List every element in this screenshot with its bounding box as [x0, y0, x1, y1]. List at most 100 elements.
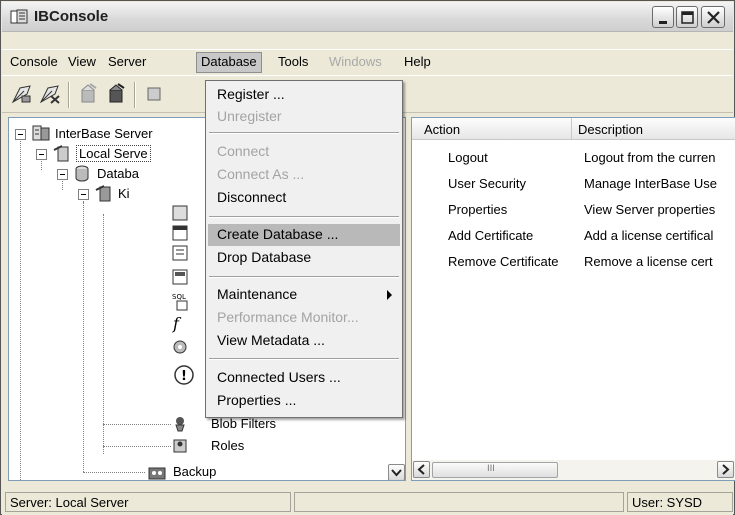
menu-separator: [209, 216, 399, 218]
menu-item-connect[interactable]: Connect: [208, 141, 400, 163]
collapse-icon[interactable]: [78, 189, 89, 200]
tree-node-label: Roles: [211, 438, 245, 453]
menu-windows[interactable]: Windows: [325, 54, 386, 69]
menu-separator: [209, 358, 399, 360]
menu-item-maintenance[interactable]: Maintenance: [208, 284, 400, 306]
scroll-thumb-grip: III: [487, 464, 495, 474]
close-button[interactable]: [701, 6, 725, 28]
action-list[interactable]: Action Description Logout Logout from th…: [411, 117, 735, 481]
server-icon: [32, 125, 50, 141]
unregister-icon[interactable]: [38, 82, 62, 106]
function-icon[interactable]: f: [171, 314, 189, 334]
collapse-icon[interactable]: [36, 149, 47, 160]
menu-item-unregister[interactable]: Unregister: [208, 106, 400, 128]
menu-item-view-metadata[interactable]: View Metadata ...: [208, 330, 400, 352]
generator-icon[interactable]: [171, 338, 189, 358]
tree-guide-line: [83, 472, 145, 473]
menu-server[interactable]: Server: [104, 54, 150, 69]
list-row[interactable]: Remove Certificate Remove a license cert: [412, 252, 735, 272]
svg-text:f: f: [172, 314, 182, 333]
description-cell: Manage InterBase Use: [584, 176, 717, 191]
action-cell: User Security: [448, 176, 527, 191]
tree-guide-line: [83, 202, 84, 472]
tree-guide-line: [103, 446, 171, 447]
tree-node-backup[interactable]: Backup: [147, 462, 347, 480]
status-bar: Server: Local Server User: SYSD: [2, 490, 733, 515]
database-icon: [95, 185, 111, 202]
submenu-arrow-icon: [387, 290, 392, 300]
menu-database[interactable]: Database: [196, 52, 262, 73]
maximize-icon: [681, 11, 694, 24]
minimize-button[interactable]: [652, 6, 674, 28]
app-icon: [10, 9, 28, 24]
backup-icon: [148, 467, 166, 480]
index-icon[interactable]: [171, 244, 189, 262]
tree-node-label: Local Serve: [76, 145, 151, 162]
collapse-icon[interactable]: [57, 169, 68, 180]
view-icon[interactable]: [171, 268, 189, 286]
tree-scroll-down-button[interactable]: [388, 464, 405, 480]
list-row[interactable]: User Security Manage InterBase Use: [412, 174, 735, 194]
database-menu: Register ... Unregister Connect Connect …: [205, 80, 403, 418]
chevron-left-icon: [417, 464, 425, 475]
svg-text:SQL: SQL: [172, 293, 186, 301]
tree-node-roles[interactable]: Roles: [171, 436, 371, 456]
tree-node-label: InterBase Server: [55, 126, 153, 141]
menu-item-properties[interactable]: Properties ...: [208, 390, 400, 412]
toolbar-more-icon[interactable]: [142, 82, 166, 106]
close-icon: [707, 11, 720, 24]
list-horizontal-scrollbar[interactable]: III: [412, 460, 735, 480]
menu-help[interactable]: Help: [400, 54, 435, 69]
menu-view[interactable]: View: [64, 54, 100, 69]
status-empty-panel: [294, 492, 624, 512]
connect-icon[interactable]: [76, 82, 100, 106]
menu-item-create-database[interactable]: Create Database ...: [208, 224, 400, 246]
collapse-icon[interactable]: [15, 129, 26, 140]
list-row[interactable]: Properties View Server properties: [412, 200, 735, 220]
list-row[interactable]: Logout Logout from the curren: [412, 148, 735, 168]
chevron-right-icon: [722, 464, 730, 475]
blob-filter-icon: [175, 417, 185, 432]
scroll-thumb[interactable]: III: [432, 462, 558, 478]
status-server: Server: Local Server: [5, 492, 291, 512]
scroll-left-button[interactable]: [413, 461, 430, 478]
menu-item-connect-as[interactable]: Connect As ...: [208, 164, 400, 186]
tree-guide-line: [103, 424, 171, 425]
database-icon: [75, 165, 89, 182]
menu-bar-divider: [2, 49, 733, 50]
menu-item-drop-database[interactable]: Drop Database: [208, 247, 400, 269]
list-header: Action Description: [412, 118, 735, 140]
tree-node-label: Databa: [97, 166, 139, 181]
ibconsole-window: IBConsole Console View Server Database T…: [0, 0, 735, 515]
menu-item-register[interactable]: Register ...: [208, 84, 400, 106]
procedure-icon[interactable]: SQL: [171, 290, 189, 312]
menu-item-performance-monitor[interactable]: Performance Monitor...: [208, 307, 400, 329]
tree-node-label: Backup: [173, 464, 217, 479]
menu-item-connected-users[interactable]: Connected Users ...: [208, 367, 400, 389]
chevron-down-icon: [391, 469, 402, 477]
action-cell: Remove Certificate: [448, 254, 559, 269]
menu-item-disconnect[interactable]: Disconnect: [208, 187, 400, 209]
column-header-description[interactable]: Description: [572, 118, 735, 140]
maximize-button[interactable]: [676, 6, 698, 28]
menu-tools[interactable]: Tools: [274, 54, 312, 69]
column-header-action[interactable]: Action: [412, 118, 572, 140]
register-icon[interactable]: [10, 82, 34, 106]
menu-console[interactable]: Console: [6, 54, 62, 69]
tree-node-label: Ki: [118, 186, 130, 201]
exception-icon[interactable]: !: [173, 364, 195, 386]
table-icon[interactable]: [171, 224, 189, 242]
list-row[interactable]: Add Certificate Add a license certifical: [412, 226, 735, 246]
disconnect-icon[interactable]: [104, 82, 128, 106]
domain-icon[interactable]: [171, 204, 189, 222]
description-cell: View Server properties: [584, 202, 716, 217]
action-cell: Properties: [448, 202, 508, 217]
scroll-right-button[interactable]: [717, 461, 734, 478]
tree-guide-line: [20, 134, 21, 480]
minimize-icon: [659, 21, 667, 24]
toolbar-separator: [68, 82, 70, 108]
title-bar[interactable]: IBConsole: [2, 2, 733, 32]
svg-text:!: !: [181, 369, 187, 384]
status-user: User: SYSD: [627, 492, 733, 512]
menu-bar: Console View Server Database Tools Windo…: [2, 49, 733, 73]
